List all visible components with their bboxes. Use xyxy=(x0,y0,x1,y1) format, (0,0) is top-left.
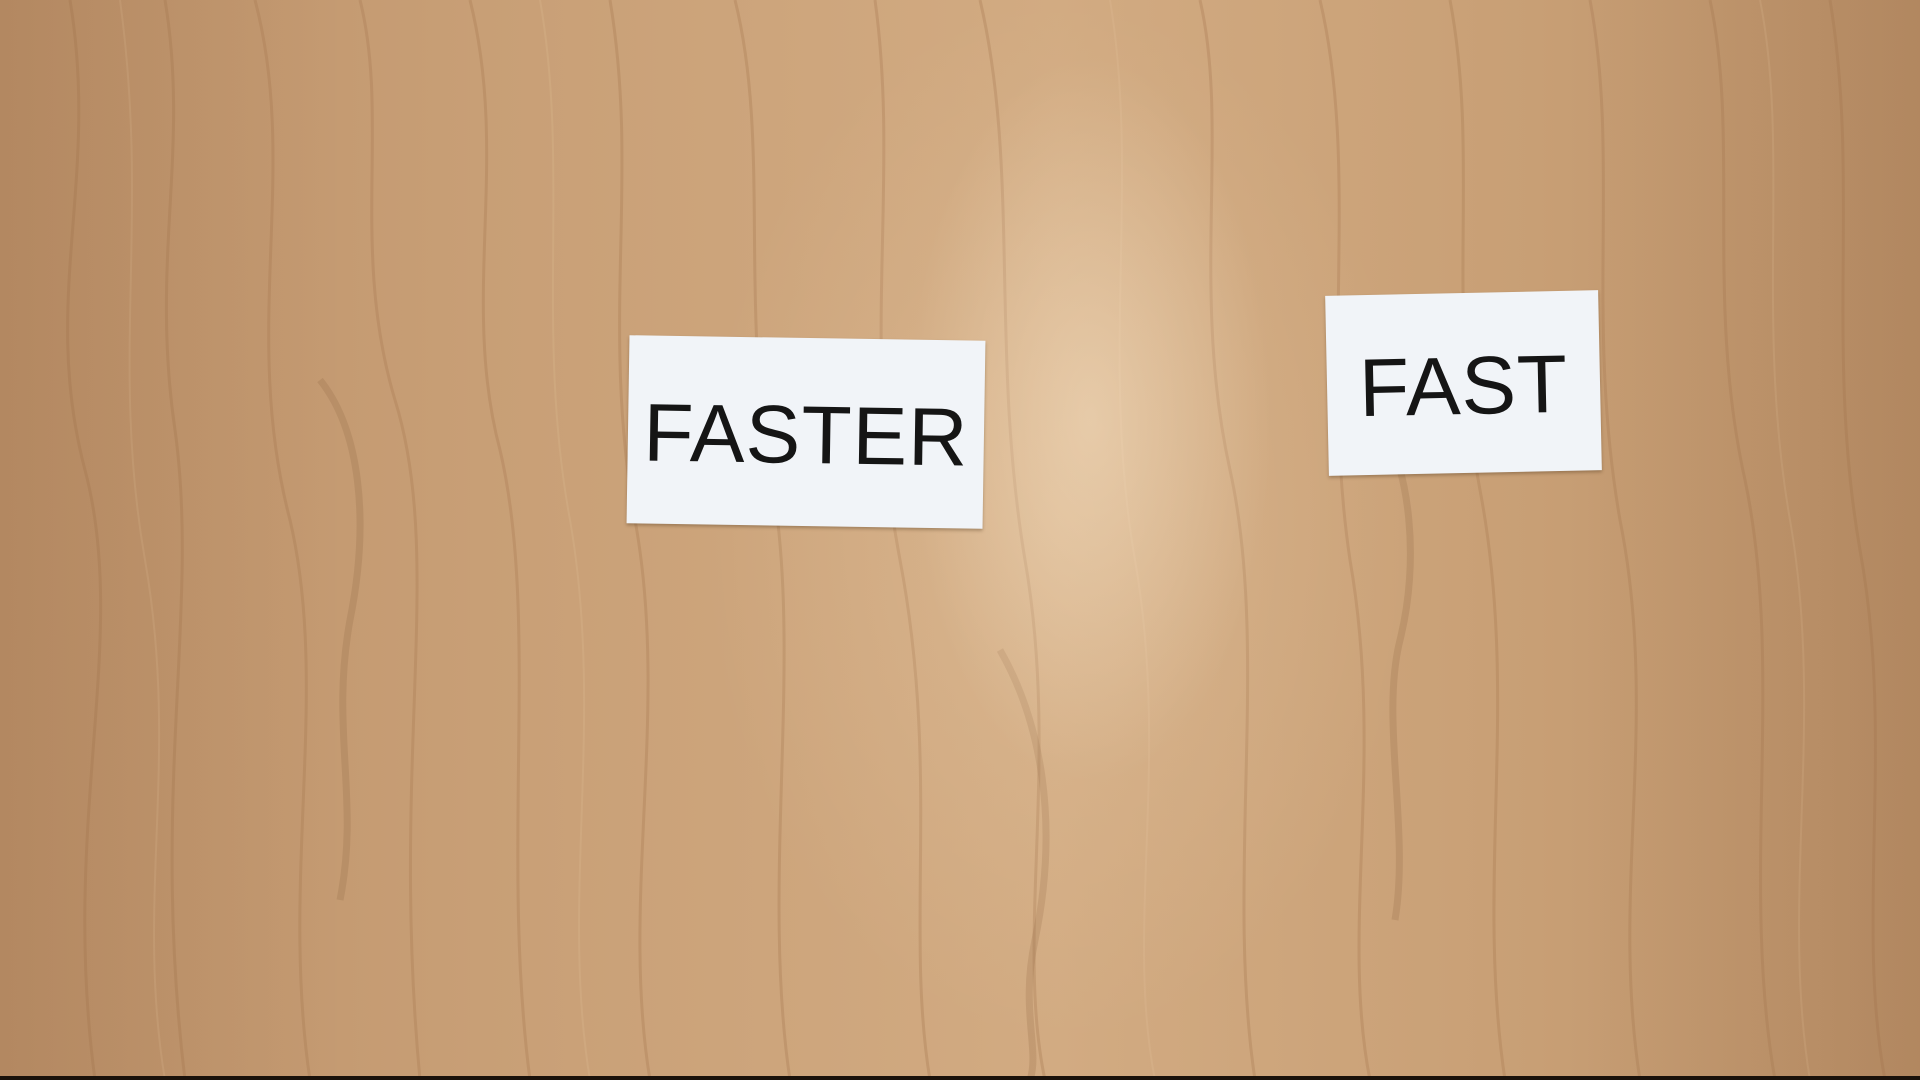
wood-grain-texture xyxy=(0,0,1920,1080)
faster-word-card: FASTER xyxy=(626,335,986,529)
faster-label: FASTER xyxy=(642,387,970,484)
wooden-table-surface: FASTER FAST xyxy=(0,0,1920,1080)
fast-word-card: FAST xyxy=(1325,290,1602,476)
fast-label: FAST xyxy=(1358,338,1570,435)
bottom-border xyxy=(0,1076,1920,1080)
